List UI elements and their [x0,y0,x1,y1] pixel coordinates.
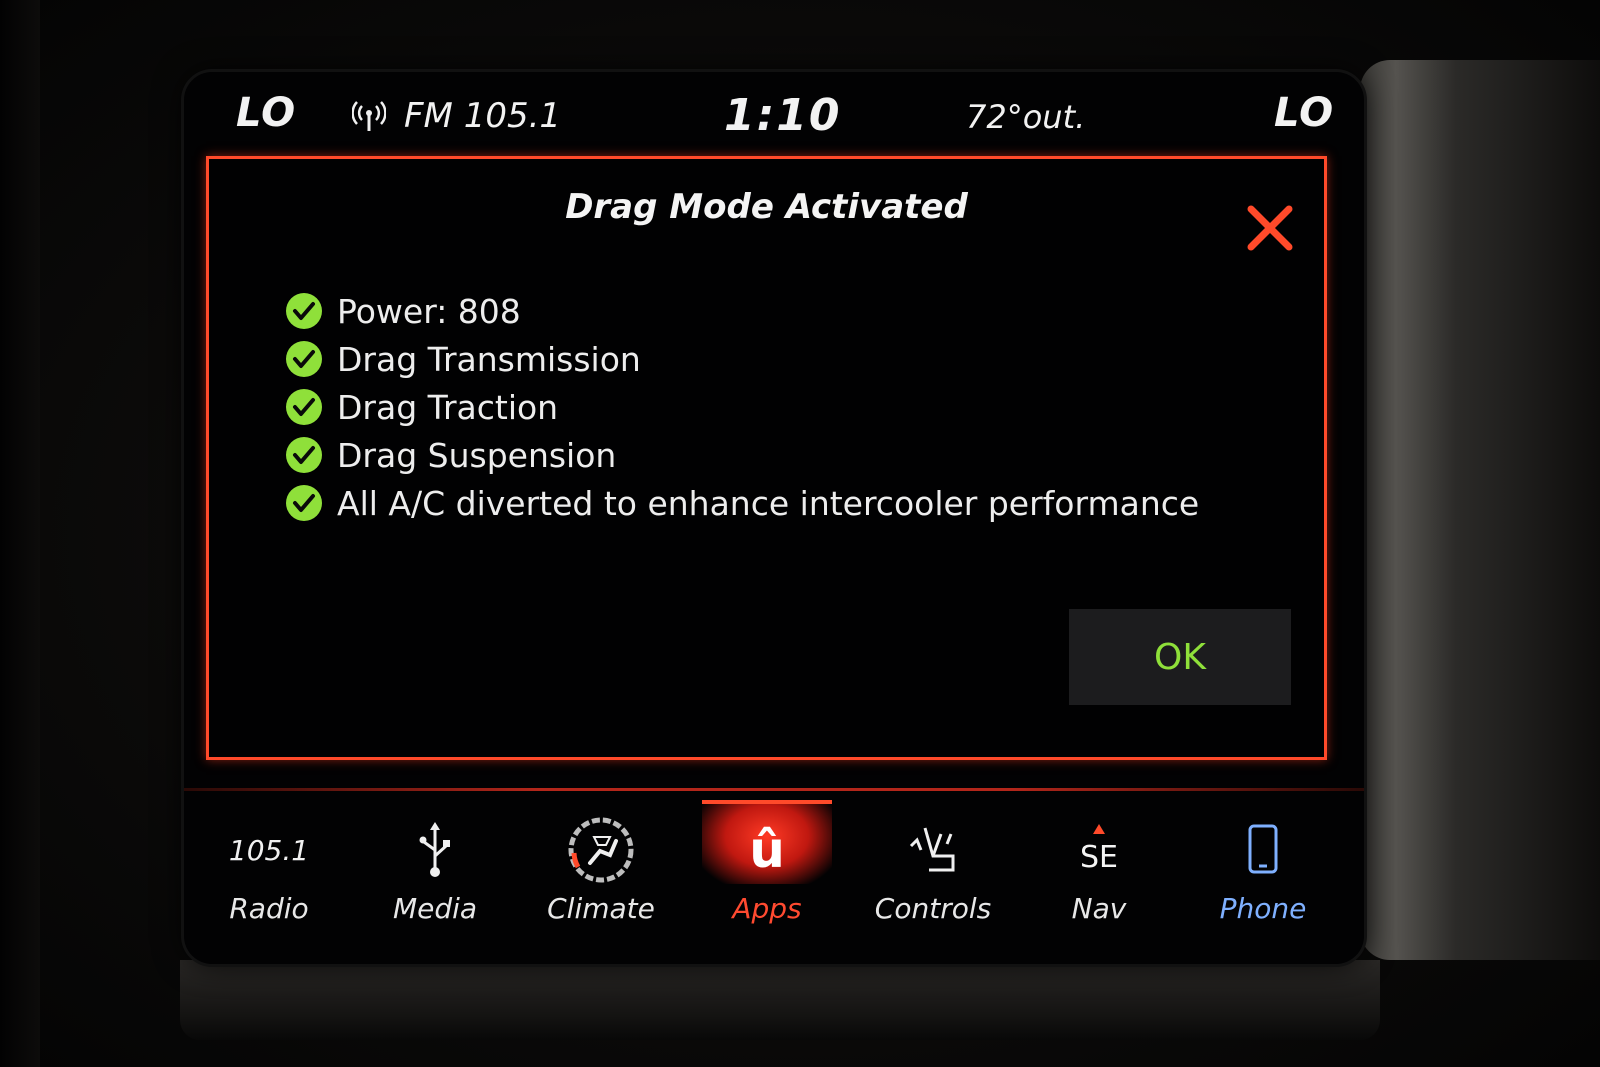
bezel-right-trim [1360,60,1600,960]
checklist-label: All A/C diverted to enhance intercooler … [337,483,1200,523]
nav-item-media[interactable]: Media [360,800,510,940]
nav-item-nav[interactable]: SE Nav [1024,800,1174,940]
nav-item-radio[interactable]: 105.1 Radio [194,800,344,940]
checklist-label: Drag Suspension [337,435,617,475]
uconnect-apps-icon: û [749,821,785,879]
outside-temperature: 72°out. [966,98,1086,136]
activation-checklist: Power: 808 Drag Transmission Drag Tracti… [285,287,1199,527]
list-item: Drag Suspension [285,431,1199,479]
list-item: Power: 808 [285,287,1199,335]
bezel-bottom-trim [180,960,1380,1040]
list-item: Drag Transmission [285,335,1199,383]
nav-label-phone: Phone [1219,892,1307,925]
passenger-temp-setting[interactable]: LO [1274,90,1334,136]
nav-label-nav: Nav [1071,892,1127,925]
phone-icon [1248,824,1278,874]
bottom-nav-bar: 105.1 Radio Media Climate û Apps Control… [184,800,1364,964]
checklist-label: Power: 808 [337,291,521,331]
seat-controls-icon [909,827,955,872]
radio-station-label: FM 105.1 [404,96,562,136]
check-circle-icon [286,437,322,473]
nav-label-controls: Controls [874,892,992,925]
nav-item-phone[interactable]: Phone [1188,800,1338,940]
check-circle-icon [286,485,322,521]
usb-icon [419,822,450,877]
close-icon[interactable] [1245,203,1295,253]
ok-button[interactable]: OK [1069,609,1291,705]
list-item: Drag Traction [285,383,1199,431]
list-item: All A/C diverted to enhance intercooler … [285,479,1199,527]
nav-divider [184,788,1364,791]
radio-frequency: 105.1 [228,833,310,867]
clock: 1:10 [724,90,842,141]
checklist-label: Drag Transmission [337,339,641,379]
check-circle-icon [286,389,322,425]
status-bar: LO FM 105.1 1:10 72°out. LO [184,72,1364,154]
nav-label-media: Media [392,892,478,925]
drag-mode-dialog: Drag Mode Activated Power: 808 Drag Tran… [206,156,1327,760]
nav-item-controls[interactable]: Controls [858,800,1008,940]
bezel-left-trim [0,0,40,1067]
radio-status[interactable]: FM 105.1 [352,96,561,136]
checklist-label: Drag Traction [337,387,559,427]
dialog-title: Drag Mode Activated [565,187,968,227]
nav-item-apps[interactable]: û Apps [692,800,842,940]
compass-heading: SE [1080,840,1118,875]
driver-temp-setting[interactable]: LO [236,90,296,136]
check-circle-icon [286,293,322,329]
nav-label-apps: Apps [732,892,802,925]
infotainment-screen: LO FM 105.1 1:10 72°out. LO Drag Mode Ac… [184,72,1364,964]
nav-label-climate: Climate [547,892,655,925]
radio-signal-icon [352,101,386,131]
nav-item-climate[interactable]: Climate [526,800,676,940]
nav-label-radio: Radio [229,892,309,925]
climate-seat-icon [568,817,634,883]
check-circle-icon [286,341,322,377]
